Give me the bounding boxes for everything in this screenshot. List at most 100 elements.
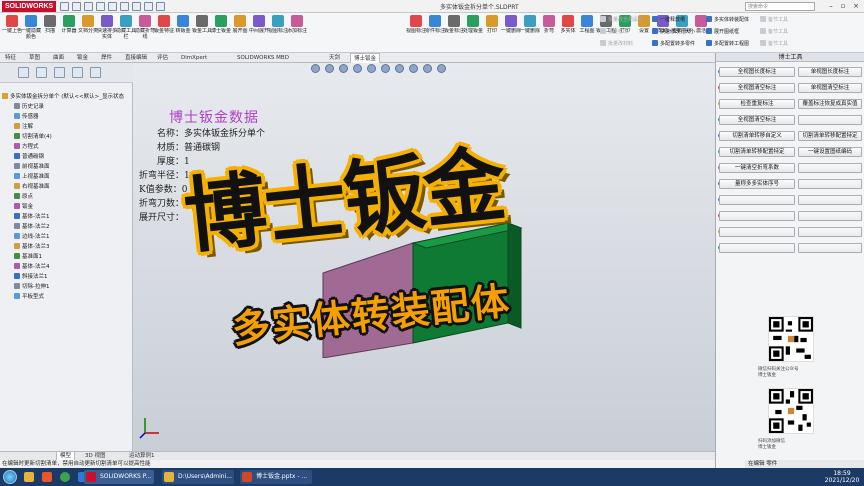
ribbon-button-1[interactable]: 一键隐藏颜色 [21, 15, 41, 51]
ribbon-button-18[interactable]: 钣金标注 [444, 15, 464, 51]
tab-4[interactable]: 焊件 [98, 53, 115, 63]
ribbon-button-0[interactable]: 一键上色 [2, 15, 22, 51]
ribbon-option-mid-0[interactable]: 一键释放槽 [652, 16, 685, 24]
tree-item[interactable]: 边线-法兰1 [14, 233, 49, 242]
zoom-area-icon[interactable] [325, 64, 334, 73]
chrome-pin[interactable] [58, 470, 74, 484]
panel-button[interactable] [798, 163, 862, 173]
display-manager-icon[interactable] [90, 67, 101, 78]
hide-show-icon[interactable] [395, 64, 404, 73]
panel-button[interactable]: 覆盖标注恢复成真实值 [798, 99, 862, 109]
ribbon-button-3[interactable]: 计算器 [59, 15, 79, 51]
tree-item[interactable]: 平板型式 [14, 293, 44, 302]
tree-root[interactable]: 多实体钣金拆分单个 (默认<<默认>_显示状态 [2, 93, 124, 102]
zoom-fit-icon[interactable] [311, 64, 320, 73]
ribbon-button-24[interactable]: 多实体 [558, 15, 578, 51]
print-icon[interactable] [108, 2, 117, 11]
graphics-viewport[interactable]: 博士钣金数据 名称：多实体钣金拆分单个 材质：普通碳钢 厚度：1 折弯半径：1.12 K… [133, 63, 715, 451]
tree-item[interactable]: 基准面1 [14, 253, 42, 262]
ribbon-option-far-0[interactable]: 备节工具 [760, 16, 788, 24]
options-icon[interactable] [156, 2, 165, 11]
panel-button[interactable] [719, 195, 795, 205]
ribbon-button-6[interactable]: 隐藏工具栏 [116, 15, 136, 51]
tree-item[interactable]: 基体-法兰4 [14, 263, 49, 272]
tree-item[interactable]: 切除-拉伸1 [14, 283, 49, 292]
ribbon-button-13[interactable]: 中间展开 [249, 15, 269, 51]
panel-button[interactable] [798, 115, 862, 125]
tab-9[interactable]: 天剑 [326, 53, 343, 63]
ribbon-button-12[interactable]: 展开图 [230, 15, 250, 51]
ribbon-button-4[interactable]: 文档分类 [78, 15, 98, 51]
tree-item[interactable]: 切割清单(4) [14, 133, 52, 142]
scene-icon[interactable] [423, 64, 432, 73]
home-icon[interactable] [60, 2, 69, 11]
system-clock[interactable]: 18:59 2021/12/20 [820, 470, 864, 484]
ribbon-button-2[interactable]: 扫描 [40, 15, 60, 51]
ribbon-option-right-0[interactable]: 多实体转装配体 [706, 16, 749, 24]
tree-item[interactable]: 钣金 [14, 203, 33, 212]
panel-button[interactable] [798, 227, 862, 237]
media-pin[interactable] [40, 470, 56, 484]
panel-button[interactable]: 全视图长度标注 [719, 67, 795, 77]
panel-button[interactable]: 单视图长度标注 [798, 67, 862, 77]
undo-icon[interactable] [120, 2, 129, 11]
start-button[interactable] [3, 470, 17, 484]
ribbon-button-11[interactable]: 博士钣金 [211, 15, 231, 51]
ribbon-option-left-0[interactable]: 批量改全局属性 [600, 16, 643, 24]
view-orientation-icon[interactable] [367, 64, 376, 73]
view-settings-icon[interactable] [437, 64, 446, 73]
tab-3[interactable]: 钣金 [74, 53, 91, 63]
ribbon-option-mid-2[interactable]: 多配置转多零件 [652, 40, 695, 48]
panel-button[interactable] [798, 179, 862, 189]
taskbar-item-explorer[interactable]: D:\Users\Admini... [162, 470, 234, 484]
ribbon-button-19[interactable]: 处理钣金 [463, 15, 483, 51]
taskbar-item-powerpoint[interactable]: 博士钣金.pptx - ... [240, 470, 312, 484]
panel-button[interactable]: 单视图清空标注 [798, 83, 862, 93]
panel-button[interactable]: 全视图清空标注 [719, 115, 795, 125]
ribbon-button-8[interactable]: 钣金特征 [154, 15, 174, 51]
ribbon-button-16[interactable]: 视图标注 [406, 15, 426, 51]
tree-item[interactable]: 历史记录 [14, 103, 44, 112]
new-file-icon[interactable] [72, 2, 81, 11]
ribbon-option-left-1[interactable]: 批量打印 [600, 28, 628, 36]
tree-item[interactable]: 基体-法兰2 [14, 223, 49, 232]
previous-view-icon[interactable] [339, 64, 348, 73]
open-file-icon[interactable] [84, 2, 93, 11]
tree-item[interactable]: 前视基准面 [14, 163, 50, 172]
rebuild-icon[interactable] [144, 2, 153, 11]
ribbon-button-22[interactable]: 一键删除 [520, 15, 540, 51]
save-icon[interactable] [96, 2, 105, 11]
explorer-pin[interactable] [22, 470, 38, 484]
tab-1[interactable]: 草图 [26, 53, 43, 63]
panel-button[interactable]: 一键清空折弯系数 [719, 163, 795, 173]
panel-button[interactable]: 切割清单转移自定义 [719, 131, 795, 141]
ribbon-option-left-2[interactable]: 批量改材料 [600, 40, 633, 48]
tab-0[interactable]: 特征 [2, 53, 19, 63]
configuration-manager-icon[interactable] [54, 67, 65, 78]
tab-7[interactable]: DimXpert [178, 53, 210, 63]
tab-5[interactable]: 直接编辑 [122, 53, 150, 63]
ribbon-button-14[interactable]: 视图标注 [268, 15, 288, 51]
ribbon-button-21[interactable]: 一键删除 [501, 15, 521, 51]
tab-10[interactable]: 博士钣金 [350, 53, 381, 63]
ribbon-button-10[interactable]: 钣金工具 [192, 15, 212, 51]
ribbon-button-23[interactable]: 折弯 [539, 15, 559, 51]
section-view-icon[interactable] [353, 64, 362, 73]
ribbon-option-right-2[interactable]: 多配置转工程图 [706, 40, 749, 48]
dimxpert-icon[interactable] [72, 67, 83, 78]
ribbon-button-9[interactable]: 转钣金 [173, 15, 193, 51]
panel-button[interactable]: 一键设置图纸编码 [798, 147, 862, 157]
panel-button[interactable] [798, 211, 862, 221]
tree-item[interactable]: 传感器 [14, 113, 39, 122]
panel-button[interactable]: 切割清单转移配置特定 [798, 131, 862, 141]
appearance-icon[interactable] [409, 64, 418, 73]
taskbar-item-solidworks[interactable]: SOLIDWORKS P... [84, 470, 154, 484]
panel-button[interactable] [719, 243, 795, 253]
panel-button[interactable]: 量称多多实体序号 [719, 179, 795, 189]
tree-item[interactable]: 基体-法兰3 [14, 243, 49, 252]
tree-item[interactable]: 方程式 [14, 143, 39, 152]
ribbon-button-20[interactable]: 打印 [482, 15, 502, 51]
close-icon[interactable]: × [851, 1, 861, 11]
ribbon-option-right-1[interactable]: 展开图纸框 [706, 28, 739, 36]
minimize-icon[interactable]: – [826, 1, 836, 11]
